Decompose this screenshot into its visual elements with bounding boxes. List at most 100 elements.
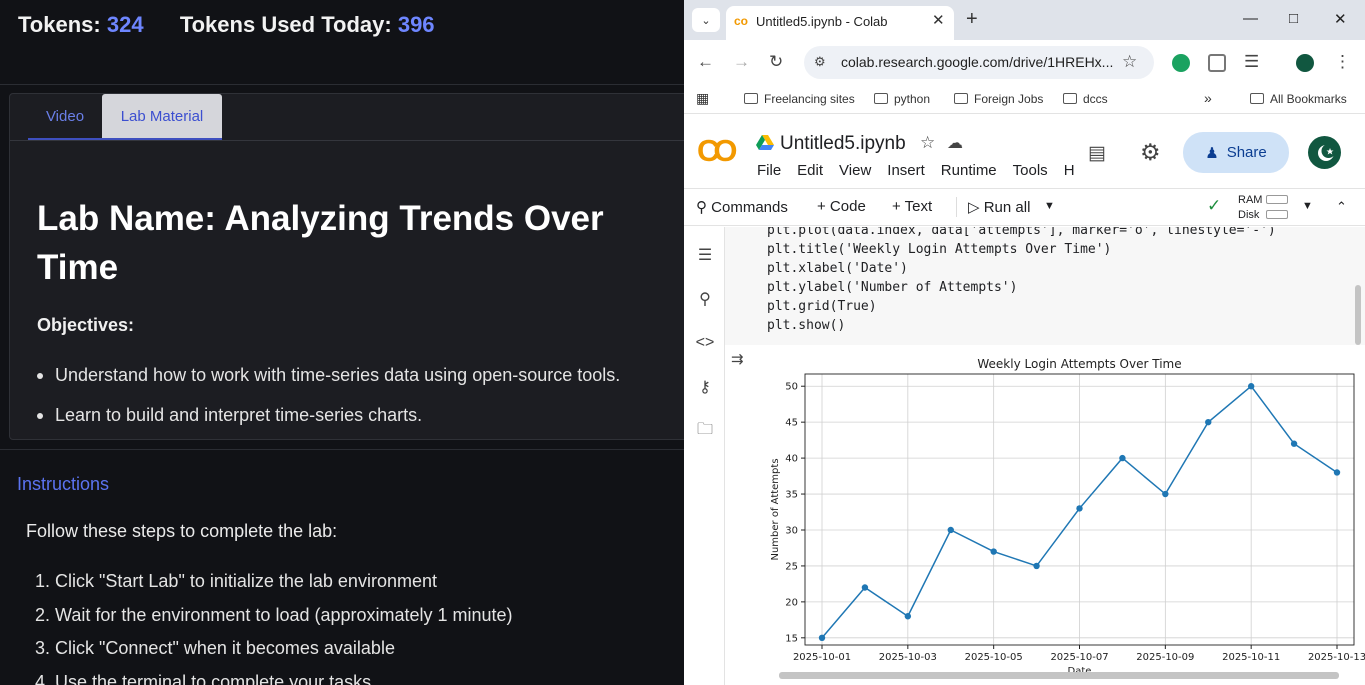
address-bar: ← → ↻ ⚙ colab.research.google.com/drive/…: [684, 40, 1365, 86]
step-item: 4. Use the terminal to complete your tas…: [35, 671, 372, 685]
toc-icon[interactable]: ☰: [694, 244, 716, 266]
y-tick-label: 35: [785, 490, 798, 501]
lab-title: Lab Name: Analyzing Trends Over Time: [37, 199, 604, 287]
menu-help[interactable]: H: [1064, 162, 1075, 179]
x-tick-label: 2025-10-07: [1050, 652, 1108, 663]
y-tick-label: 15: [785, 633, 798, 644]
colab-logo: CO: [697, 133, 737, 168]
data-point: [904, 613, 912, 620]
data-point: [1162, 490, 1169, 498]
new-tab-icon[interactable]: +: [966, 8, 978, 31]
close-tab-icon[interactable]: ✕: [932, 11, 945, 29]
menu-file[interactable]: File: [757, 162, 781, 179]
menu-view[interactable]: View: [839, 162, 871, 179]
search-icon: ⚲: [696, 199, 707, 216]
bookmark-item[interactable]: python: [874, 92, 930, 106]
code-line: plt.xlabel('Date'): [767, 261, 908, 276]
divider: [0, 449, 684, 450]
files-folder-icon[interactable]: 🗀: [694, 420, 716, 442]
site-info-icon[interactable]: ⚙: [814, 54, 826, 70]
bookmark-item[interactable]: dccs: [1063, 92, 1108, 106]
tab-lab-material[interactable]: Lab Material: [102, 94, 222, 140]
browser-window: ⌄ co Untitled5.ipynb - Colab ✕ + — □ ✕ ←…: [684, 0, 1365, 685]
bookmark-item[interactable]: Freelancing sites: [744, 92, 855, 106]
colab-toolbar: ⚲ Commands + Code + Text ▷ Run all ▼ ✓ R…: [684, 188, 1365, 226]
objective-item: Learn to build and interpret time-series…: [37, 405, 620, 445]
commands-button[interactable]: ⚲ Commands: [696, 198, 788, 216]
star-icon[interactable]: ☆: [920, 133, 935, 153]
tab-search-icon[interactable]: ⌄: [692, 8, 720, 32]
bookmark-item[interactable]: Foreign Jobs: [954, 92, 1043, 106]
instructions-link[interactable]: Instructions: [17, 474, 109, 495]
maximize-icon[interactable]: □: [1289, 10, 1298, 27]
folder-icon: [1250, 93, 1264, 104]
menu-tools[interactable]: Tools: [1013, 162, 1048, 179]
bookmarks-bar: ▦ Freelancing sites python Foreign Jobs …: [684, 86, 1365, 114]
comment-icon[interactable]: ▤: [1088, 142, 1106, 165]
data-point: [1076, 505, 1083, 512]
kebab-menu-icon[interactable]: ⋮: [1334, 52, 1351, 72]
tab-video[interactable]: Video: [28, 94, 102, 140]
key-icon[interactable]: ⚷: [694, 376, 716, 398]
objective-item: Understand how to work with time-series …: [37, 365, 620, 405]
tokens-label: Tokens:: [18, 12, 101, 37]
lab-panel: Tokens: 324 Tokens Used Today: 396 Video…: [0, 0, 684, 685]
run-all-button[interactable]: ▷ Run all: [968, 198, 1030, 216]
menu-runtime[interactable]: Runtime: [941, 162, 997, 179]
y-tick-label: 45: [785, 418, 798, 429]
instructions-intro: Follow these steps to complete the lab:: [26, 521, 338, 541]
data-point: [990, 548, 997, 555]
y-tick-label: 20: [785, 597, 798, 608]
y-tick-label: 50: [785, 382, 798, 393]
minimize-icon[interactable]: —: [1243, 10, 1258, 27]
objectives-list: Understand how to work with time-series …: [37, 365, 620, 445]
horizontal-scrollbar[interactable]: [779, 672, 1339, 679]
code-line: plt.ylabel('Number of Attempts'): [767, 280, 1018, 295]
all-bookmarks[interactable]: All Bookmarks: [1250, 92, 1347, 106]
run-all-dropdown-icon[interactable]: ▼: [1044, 200, 1055, 212]
notebook-name[interactable]: Untitled5.ipynb: [780, 133, 906, 155]
code-snippets-icon[interactable]: <>: [694, 332, 716, 354]
data-point: [1033, 562, 1040, 570]
puzzle-icon[interactable]: ☰: [1244, 52, 1259, 72]
output-toggle-icon[interactable]: ⇉: [731, 350, 744, 368]
resource-labels[interactable]: RAM Disk: [1238, 193, 1262, 223]
reload-icon[interactable]: ↻: [769, 52, 783, 72]
browser-tab-title: Untitled5.ipynb - Colab: [756, 14, 888, 29]
data-point: [1290, 440, 1298, 447]
share-button[interactable]: ♟ Share: [1183, 132, 1289, 173]
url-input[interactable]: ⚙ colab.research.google.com/drive/1HREHx…: [804, 46, 1154, 79]
objectives-heading: Objectives:: [37, 315, 135, 335]
resources-dropdown-icon[interactable]: ▼: [1302, 200, 1313, 212]
code-line: plt.grid(True): [767, 299, 877, 314]
add-code-button[interactable]: + Code: [817, 198, 866, 215]
colab-sidebar: ☰ ⚲ <> ⚷ 🗀: [684, 227, 725, 685]
people-icon: ♟: [1205, 144, 1219, 162]
code-cell[interactable]: plt.plot(data.index, data['attempts'], m…: [725, 227, 1365, 345]
extension-icon[interactable]: [1172, 54, 1190, 72]
menu-insert[interactable]: Insert: [887, 162, 925, 179]
data-point: [1333, 469, 1341, 476]
avatar[interactable]: [1308, 136, 1341, 169]
gear-icon[interactable]: ⚙: [1140, 139, 1161, 166]
find-icon[interactable]: ⚲: [694, 288, 716, 310]
back-icon[interactable]: ←: [697, 52, 714, 72]
collapse-icon[interactable]: ⌃: [1336, 199, 1347, 215]
step-item: 1. Click "Start Lab" to initialize the l…: [35, 571, 437, 591]
profile-avatar[interactable]: [1296, 54, 1314, 72]
y-axis-label: Number of Attempts: [770, 458, 781, 560]
y-tick-label: 40: [785, 454, 798, 465]
apps-grid-icon[interactable]: ▦: [696, 90, 709, 107]
more-bookmarks-icon[interactable]: »: [1204, 90, 1212, 106]
steps-list: 1. Click "Start Lab" to initialize the l…: [35, 571, 513, 685]
browser-tab[interactable]: co Untitled5.ipynb - Colab ✕: [726, 6, 954, 40]
data-point: [818, 634, 826, 642]
bookmark-star-icon[interactable]: ☆: [1122, 52, 1137, 72]
menu-edit[interactable]: Edit: [797, 162, 823, 179]
screen-capture-icon[interactable]: [1208, 54, 1226, 72]
forward-icon[interactable]: →: [733, 52, 750, 72]
drive-icon[interactable]: [756, 135, 774, 151]
add-text-button[interactable]: + Text: [892, 198, 932, 215]
close-window-icon[interactable]: ✕: [1334, 10, 1347, 28]
vertical-scrollbar[interactable]: [1355, 285, 1361, 345]
